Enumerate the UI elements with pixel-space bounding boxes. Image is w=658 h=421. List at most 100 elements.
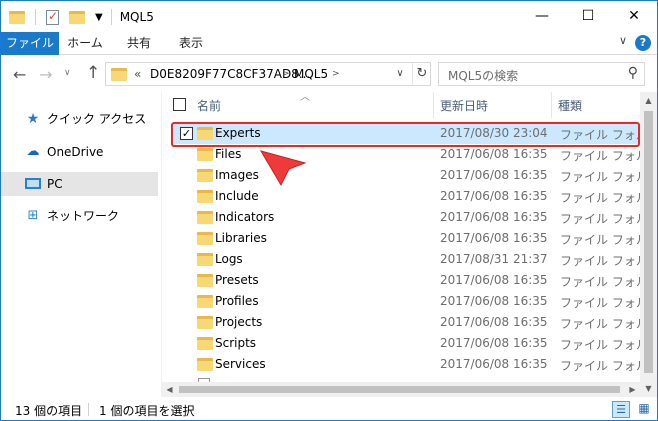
- breadcrumb-item[interactable]: MQL5: [294, 67, 328, 81]
- sidebar-item-quick-access[interactable]: ★ クイック アクセス: [1, 107, 158, 131]
- file-date: 2017/06/08 16:35: [440, 210, 548, 224]
- sidebar-item-label: OneDrive: [47, 145, 104, 159]
- column-header-date[interactable]: 更新日時: [440, 97, 488, 114]
- refresh-icon[interactable]: ↻: [412, 63, 431, 85]
- properties-icon[interactable]: [46, 9, 59, 25]
- file-name: Indicators: [215, 210, 275, 224]
- file-type: ファイル フォルダー: [560, 191, 640, 205]
- search-placeholder: MQL5の検索: [448, 69, 519, 83]
- large-icons-view-icon[interactable]: ▦: [635, 401, 653, 418]
- file-row-partial[interactable]: [174, 375, 640, 382]
- tab-view[interactable]: 表示: [173, 32, 209, 55]
- minimize-button[interactable]: —: [519, 1, 565, 31]
- status-divider: [88, 403, 89, 416]
- select-all-checkbox[interactable]: [173, 98, 186, 111]
- search-input[interactable]: MQL5の検索 ⚲: [438, 62, 645, 86]
- sidebar-item-label: クイック アクセス: [47, 112, 147, 126]
- sidebar-item-label: ネットワーク: [47, 209, 120, 223]
- maximize-button[interactable]: ☐: [565, 1, 611, 31]
- sidebar-item-label: PC: [47, 177, 63, 191]
- expand-ribbon-icon[interactable]: ∨: [619, 34, 627, 47]
- address-dropdown-icon[interactable]: ∨: [390, 63, 410, 85]
- sidebar-item-pc[interactable]: PC: [1, 172, 158, 196]
- file-name: Libraries: [215, 231, 267, 245]
- file-type: ファイル フォルダー: [560, 212, 640, 226]
- folder-icon: [197, 316, 213, 329]
- up-arrow-icon[interactable]: ↑: [86, 63, 100, 83]
- new-folder-icon[interactable]: [69, 10, 85, 24]
- sidebar-item-onedrive[interactable]: ☁ OneDrive: [1, 140, 158, 164]
- sidebar-item-network[interactable]: ⊞ ネットワーク: [1, 204, 158, 228]
- file-name: Presets: [215, 273, 259, 287]
- file-date: 2017/06/08 16:35: [440, 273, 548, 287]
- file-row[interactable]: Include 2017/06/08 16:35 ファイル フォルダー: [174, 186, 640, 207]
- breadcrumb-chevron-icon[interactable]: >: [282, 69, 290, 79]
- pointer-arrow-icon: [259, 150, 307, 187]
- file-row[interactable]: Services 2017/06/08 16:35 ファイル フォルダー: [174, 354, 640, 375]
- scroll-left-icon[interactable]: ◀: [162, 382, 177, 397]
- forward-arrow-icon[interactable]: →: [39, 65, 52, 84]
- folder-icon: [197, 358, 213, 371]
- file-row[interactable]: Indicators 2017/06/08 16:35 ファイル フォルダー: [174, 207, 640, 228]
- tab-file[interactable]: ファイル: [1, 32, 59, 55]
- file-date: 2017/06/08 16:35: [440, 189, 548, 203]
- file-type: ファイル フォルダー: [560, 296, 640, 310]
- scroll-up-icon[interactable]: ▲: [640, 92, 657, 109]
- tab-home[interactable]: ホーム: [67, 32, 103, 55]
- window-controls: — ☐ ✕: [519, 1, 657, 31]
- details-view-icon[interactable]: ☰: [612, 401, 630, 418]
- file-row[interactable]: Presets 2017/06/08 16:35 ファイル フォルダー: [174, 270, 640, 291]
- star-icon: ★: [26, 111, 40, 127]
- tab-share[interactable]: 共有: [121, 32, 157, 55]
- horizontal-scrollbar[interactable]: ◀ ▶: [162, 382, 640, 397]
- highlight-box: [171, 122, 640, 147]
- recent-locations-icon[interactable]: ∨: [64, 68, 71, 78]
- help-icon[interactable]: ?: [635, 35, 651, 51]
- selected-count: 1 個の項目を選択: [99, 404, 195, 418]
- file-date: 2017/06/08 16:35: [440, 231, 548, 245]
- file-type: ファイル フォルダー: [560, 338, 640, 352]
- address-bar[interactable]: « D0E8209F77C8CF37AD8... > MQL5 > ∨ ↻: [105, 62, 431, 86]
- scroll-thumb[interactable]: [644, 111, 653, 373]
- scroll-thumb[interactable]: [179, 386, 620, 393]
- vertical-scrollbar[interactable]: ▲ ▼: [640, 92, 657, 397]
- item-count: 13 個の項目: [15, 404, 83, 418]
- folder-icon: [197, 190, 213, 203]
- column-divider[interactable]: [433, 92, 434, 118]
- file-name: Include: [215, 189, 259, 203]
- breadcrumb-chevron-icon[interactable]: >: [332, 69, 340, 79]
- file-type: ファイル フォルダー: [560, 317, 640, 331]
- file-row[interactable]: Libraries 2017/06/08 16:35 ファイル フォルダー: [174, 228, 640, 249]
- file-name: Logs: [215, 252, 243, 266]
- scroll-down-icon[interactable]: ▼: [640, 380, 657, 397]
- breadcrumb-overflow[interactable]: «: [134, 67, 141, 81]
- ribbon-tabs: ファイル ホーム 共有 表示 ∨ ?: [1, 32, 657, 55]
- scroll-right-icon[interactable]: ▶: [625, 382, 640, 397]
- search-icon[interactable]: ⚲: [628, 65, 638, 81]
- folder-icon[interactable]: [9, 10, 25, 24]
- column-divider[interactable]: [551, 92, 552, 118]
- folder-icon: [197, 337, 213, 350]
- navigation-bar: ← → ∨ ↑ « D0E8209F77C8CF37AD8... > MQL5 …: [1, 56, 657, 92]
- file-row[interactable]: Projects 2017/06/08 16:35 ファイル フォルダー: [174, 312, 640, 333]
- file-row[interactable]: Profiles 2017/06/08 16:35 ファイル フォルダー: [174, 291, 640, 312]
- file-type: ファイル フォルダー: [560, 149, 640, 163]
- customize-toolbar-icon[interactable]: ▼: [95, 12, 103, 23]
- close-button[interactable]: ✕: [611, 1, 657, 31]
- sort-ascending-icon: ︿: [300, 92, 310, 103]
- column-header-type[interactable]: 種類: [558, 97, 582, 114]
- column-header-name[interactable]: 名前: [197, 97, 221, 114]
- file-type: ファイル フォルダー: [560, 254, 640, 268]
- file-date: 2017/06/08 16:35: [440, 147, 548, 161]
- file-row[interactable]: Images 2017/06/08 16:35 ファイル フォルダー: [174, 165, 640, 186]
- file-row[interactable]: Files 2017/06/08 16:35 ファイル フォルダー: [174, 144, 640, 165]
- status-bar: 13 個の項目 1 個の項目を選択 ☰ ▦: [1, 399, 657, 420]
- file-row[interactable]: Scripts 2017/06/08 16:35 ファイル フォルダー: [174, 333, 640, 354]
- toolbar-divider: [35, 9, 36, 25]
- back-arrow-icon[interactable]: ←: [13, 65, 26, 84]
- file-name: Files: [215, 147, 242, 161]
- file-row[interactable]: Logs 2017/08/31 21:37 ファイル フォルダー: [174, 249, 640, 270]
- folder-icon: [197, 253, 213, 266]
- file-type: ファイル フォルダー: [560, 359, 640, 373]
- file-date: 2017/06/08 16:35: [440, 336, 548, 350]
